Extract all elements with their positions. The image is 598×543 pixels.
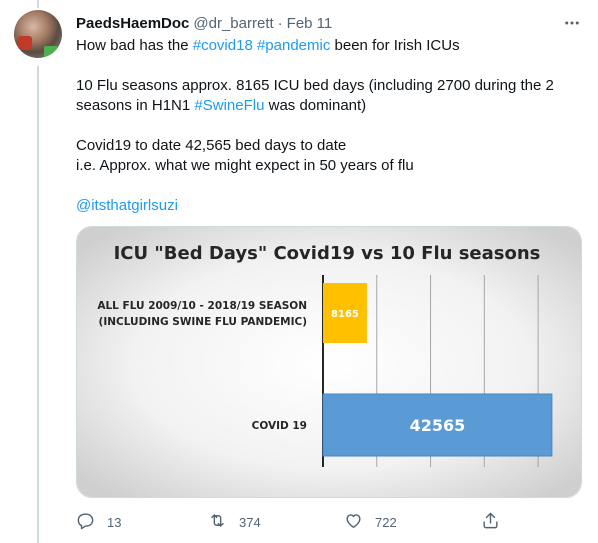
text-segment: been for Irish ICUs	[330, 37, 460, 54]
tweet-date[interactable]: Feb 11	[287, 15, 333, 32]
avatar[interactable]	[14, 10, 62, 58]
data-label: 42565	[410, 416, 466, 435]
retweet-button[interactable]: 374	[208, 512, 261, 532]
data-label: 8165	[331, 309, 359, 320]
share-button[interactable]	[481, 512, 500, 532]
like-button[interactable]: 722	[344, 512, 397, 532]
thread-line	[37, 66, 39, 543]
text-segment: How bad has the	[76, 37, 193, 54]
retweet-icon	[208, 511, 227, 533]
like-count: 722	[375, 514, 397, 530]
bar-chart: ICU "Bed Days" Covid19 vs 10 Flu seasons…	[77, 227, 581, 497]
user-handle[interactable]: @dr_barrett	[193, 15, 273, 32]
reply-button[interactable]: 13	[76, 512, 121, 532]
avatar-detail	[18, 36, 32, 50]
display-name[interactable]: PaedsHaemDoc	[76, 15, 189, 32]
category-label: (INCLUDING SWINE FLU PANDEMIC)	[99, 316, 307, 328]
hashtag-link[interactable]: #SwineFlu	[194, 97, 264, 114]
more-icon[interactable]	[562, 13, 582, 33]
tweet-header: PaedsHaemDoc @dr_barrett · Feb 11	[76, 13, 582, 33]
hashtag-link[interactable]: #covid18	[193, 37, 253, 54]
retweet-count: 374	[239, 514, 261, 530]
hashtag-link[interactable]: #pandemic	[257, 37, 330, 54]
share-icon	[481, 511, 500, 533]
text-segment: seasons in H1N1	[76, 97, 195, 114]
tweet-text: How bad has the #covid18 #pandemic been …	[76, 36, 576, 216]
category-label: ALL FLU 2009/10 - 2018/19 SEASON	[97, 300, 307, 312]
tweet-line: How bad has the #covid18 #pandemic been …	[76, 36, 576, 56]
like-icon	[344, 511, 363, 533]
chart-title: ICU "Bed Days" Covid19 vs 10 Flu seasons	[114, 243, 541, 264]
tweet-line: @itsthatgirlsuzi	[76, 196, 576, 216]
category-label: COVID 19	[252, 420, 307, 432]
avatar-detail	[44, 46, 58, 58]
tweet-line: Covid19 to date 42,565 bed days to date	[76, 137, 347, 154]
text-segment: was dominant)	[264, 97, 367, 114]
separator-dot: ·	[277, 14, 283, 32]
tweet-line: seasons in H1N1 #SwineFlu was dominant)	[76, 96, 576, 116]
tweet-line: 10 Flu seasons approx. 8165 ICU bed days…	[76, 77, 554, 94]
chart-image[interactable]: ICU "Bed Days" Covid19 vs 10 Flu seasons…	[76, 226, 582, 498]
action-bar: 13 374 722	[76, 512, 506, 532]
tweet-line: i.e. Approx. what we might expect in 50 …	[76, 157, 414, 174]
chart-background	[77, 227, 581, 497]
reply-icon	[76, 511, 95, 533]
reply-count: 13	[107, 514, 122, 530]
mention-link[interactable]: @itsthatgirlsuzi	[76, 197, 178, 214]
thread-line-top	[37, 0, 39, 8]
